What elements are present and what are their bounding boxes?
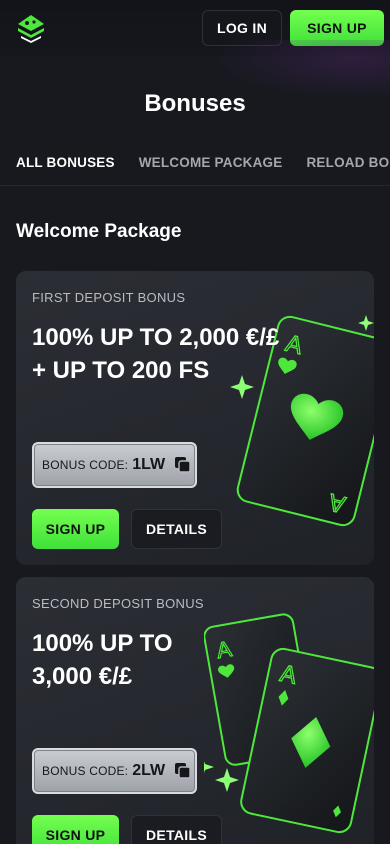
bonus-tabs: ALL BONUSES WELCOME PACKAGE RELOAD BON xyxy=(0,150,390,186)
login-button[interactable]: LOG IN xyxy=(202,10,282,46)
bonus-code-label: BONUS CODE: xyxy=(42,764,129,778)
card-actions: SIGN UP DETAILS xyxy=(32,815,222,844)
tab-welcome-package[interactable]: WELCOME PACKAGE xyxy=(139,150,283,185)
header-actions: LOG IN SIGN UP xyxy=(202,10,384,46)
page-title: Bonuses xyxy=(144,90,246,117)
tab-reload-bonus[interactable]: RELOAD BON xyxy=(306,150,390,185)
top-header: LOG IN SIGN UP xyxy=(0,0,390,56)
details-button[interactable]: DETAILS xyxy=(131,509,222,549)
bonus-headline: 100% UP TO 3,000 €/£ xyxy=(32,627,342,693)
bonus-headline-line2: 3,000 €/£ xyxy=(32,663,133,690)
sparkle-icon xyxy=(215,768,239,792)
copy-icon[interactable] xyxy=(173,761,193,781)
bonus-code-label: BONUS CODE: xyxy=(42,458,129,472)
copy-icon[interactable] xyxy=(173,455,193,475)
tab-all-bonuses[interactable]: ALL BONUSES xyxy=(16,150,115,185)
bonus-card-first-deposit: A A FIRST DEPOSIT BONUS 100% UP TO 2,000… xyxy=(16,271,374,565)
signup-button[interactable]: SIGN UP xyxy=(32,509,119,549)
section-title: Welcome Package xyxy=(16,221,182,242)
bonus-headline-line2: + UP TO 200 FS xyxy=(32,357,210,384)
details-button[interactable]: DETAILS xyxy=(131,815,222,844)
bonus-headline-line1: 100% UP TO xyxy=(32,630,173,657)
bonus-code-value: 2LW xyxy=(132,762,166,779)
bonus-label: FIRST DEPOSIT BONUS xyxy=(32,290,186,305)
signup-button-header[interactable]: SIGN UP xyxy=(290,10,384,46)
bonus-headline: 100% UP TO 2,000 €/£ + UP TO 200 FS xyxy=(32,321,342,387)
bonus-label: SECOND DEPOSIT BONUS xyxy=(32,596,204,611)
signup-button[interactable]: SIGN UP xyxy=(32,815,119,844)
bonus-headline-line1: 100% UP TO 2,000 €/£ xyxy=(32,324,280,351)
green-chip-logo-icon[interactable] xyxy=(14,11,48,45)
bonus-code-box[interactable]: BONUS CODE: 1LW xyxy=(32,442,197,488)
bonus-code-value: 1LW xyxy=(132,456,166,473)
card-actions: SIGN UP DETAILS xyxy=(32,509,222,549)
ace-cards-pair-icon: A A xyxy=(204,613,374,834)
bonus-code-box[interactable]: BONUS CODE: 2LW xyxy=(32,748,197,794)
bonus-card-second-deposit: A A SECOND DEPOSIT BONUS 100% UP TO 3,00… xyxy=(16,577,374,844)
